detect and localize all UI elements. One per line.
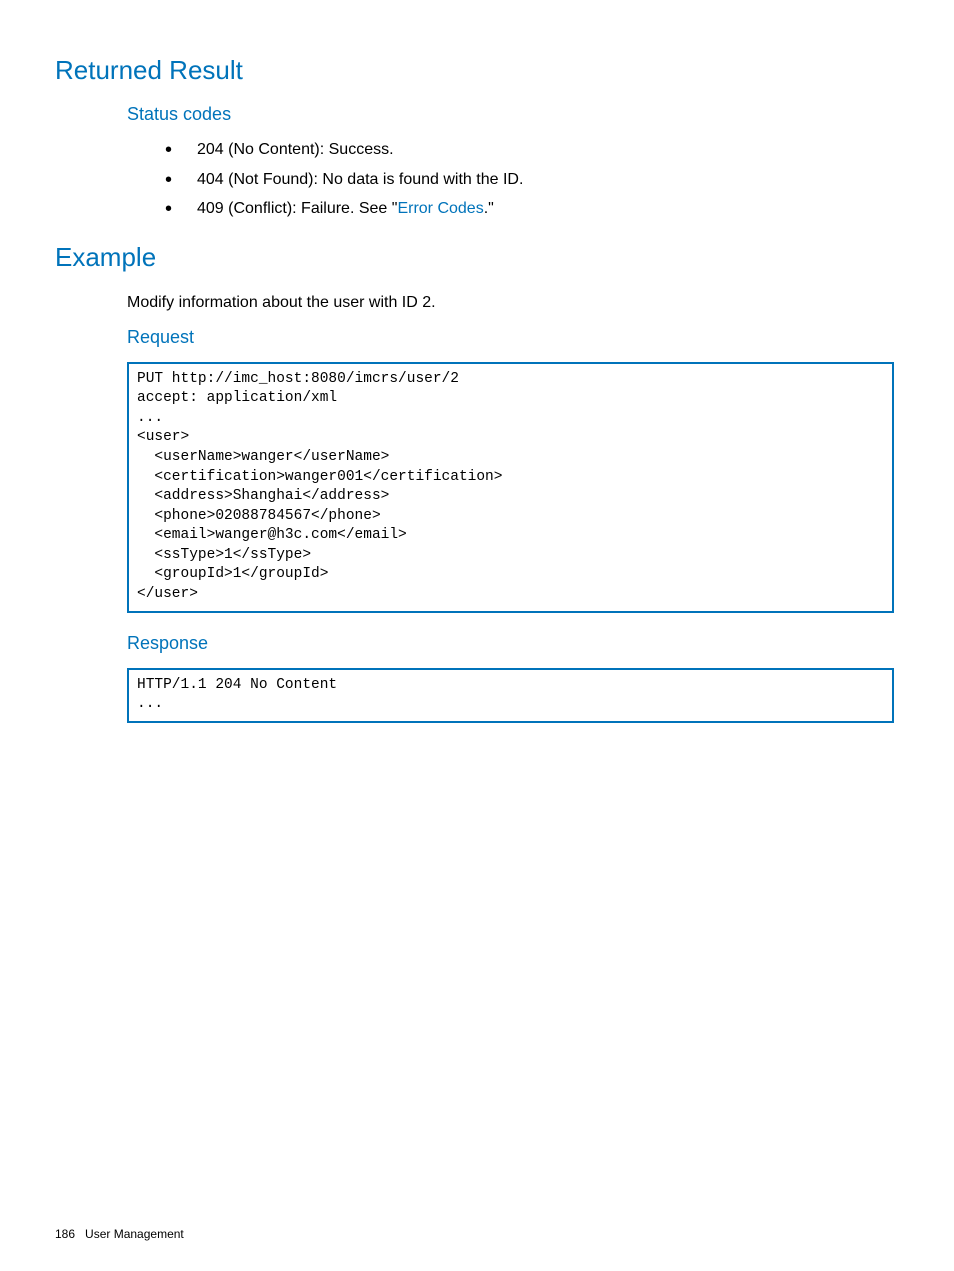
heading-example: Example bbox=[55, 242, 894, 273]
error-codes-link[interactable]: Error Codes bbox=[397, 200, 483, 217]
list-item-text: 409 (Conflict): Failure. See " bbox=[197, 200, 397, 217]
heading-status-codes: Status codes bbox=[127, 104, 894, 125]
request-code-block: PUT http://imc_host:8080/imcrs/user/2 ac… bbox=[127, 362, 894, 613]
list-item: 409 (Conflict): Failure. See "Error Code… bbox=[165, 194, 894, 224]
response-code-block: HTTP/1.1 204 No Content ... bbox=[127, 668, 894, 723]
footer-section-name: User Management bbox=[85, 1227, 184, 1241]
example-intro-text: Modify information about the user with I… bbox=[127, 291, 894, 315]
page-number: 186 bbox=[55, 1227, 75, 1241]
list-item: 204 (No Content): Success. bbox=[165, 135, 894, 165]
page-footer: 186 User Management bbox=[55, 1227, 184, 1241]
list-item: 404 (Not Found): No data is found with t… bbox=[165, 165, 894, 195]
status-codes-list: 204 (No Content): Success. 404 (Not Foun… bbox=[165, 135, 894, 224]
heading-returned-result: Returned Result bbox=[55, 55, 894, 86]
heading-response: Response bbox=[127, 633, 894, 654]
heading-request: Request bbox=[127, 327, 894, 348]
list-item-text: ." bbox=[484, 200, 494, 217]
